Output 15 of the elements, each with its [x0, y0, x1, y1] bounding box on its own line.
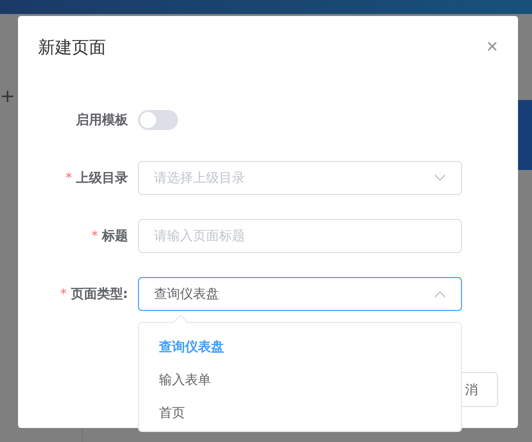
input-field[interactable]: 请输入页面标题 [138, 219, 462, 253]
required-mark: * [60, 286, 67, 302]
close-button[interactable]: × [486, 37, 498, 57]
field-label: 页面类型: [70, 286, 128, 303]
required-mark: * [92, 228, 98, 244]
field-label: 标题 [102, 228, 128, 245]
add-icon[interactable]: + [0, 86, 16, 108]
dialog-title: 新建页面 [38, 36, 106, 58]
required-mark: * [66, 170, 72, 186]
field-label: 启用模板 [76, 112, 128, 129]
chevron-up-icon [434, 290, 446, 298]
field-label: 上级目录 [76, 170, 128, 187]
chevron-down-icon [434, 174, 446, 182]
select-field[interactable]: 查询仪表盘 [138, 277, 462, 311]
toggle-switch[interactable] [138, 110, 178, 130]
